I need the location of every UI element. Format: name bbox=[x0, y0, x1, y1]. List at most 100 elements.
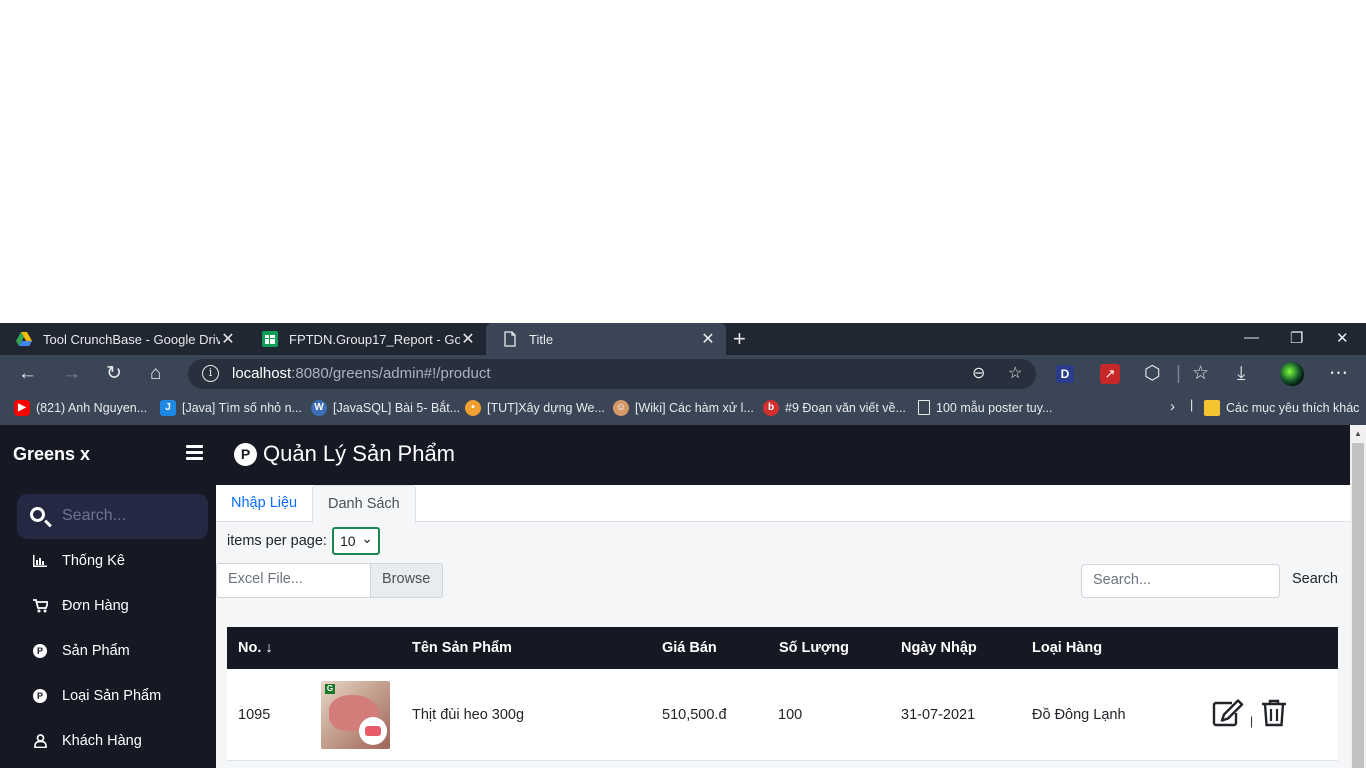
column-header-price: Giá Bán bbox=[662, 640, 717, 656]
extension-d-icon[interactable]: D bbox=[1056, 365, 1074, 383]
extensions-puzzle-icon[interactable]: ⬡ bbox=[1144, 364, 1161, 384]
zoom-icon[interactable]: ⊖ bbox=[972, 364, 985, 384]
minimize-icon[interactable]: — bbox=[1244, 329, 1259, 346]
column-header-date: Ngày Nhập bbox=[901, 640, 977, 656]
site-icon: • bbox=[465, 400, 481, 416]
scrollbar-thumb[interactable] bbox=[1352, 443, 1364, 768]
google-drive-icon bbox=[16, 331, 32, 347]
page-icon bbox=[918, 400, 930, 415]
browse-button[interactable]: Browse bbox=[371, 563, 443, 598]
column-header-no[interactable]: No. ↓ bbox=[238, 640, 273, 656]
bookmark-item[interactable]: • [TUT]Xây dựng We... bbox=[465, 400, 605, 416]
bookmark-item[interactable]: 100 mẫu poster tuy... bbox=[918, 400, 1053, 415]
cell-date: 31-07-2021 bbox=[901, 707, 976, 723]
youtube-icon: ▶ bbox=[14, 400, 30, 416]
sidebar-item-label: Loại Sản Phẩm bbox=[62, 688, 162, 704]
bookmark-label: Các mục yêu thích khác bbox=[1226, 401, 1360, 415]
home-icon[interactable]: ⌂ bbox=[150, 364, 161, 384]
browser-toolbar: ← → ↻ ⌂ i localhost:8080/greens/admin#!/… bbox=[0, 355, 1366, 393]
bookmark-item[interactable]: J [Java] Tìm số nhỏ n... bbox=[160, 400, 302, 416]
search-button[interactable]: Search bbox=[1292, 571, 1338, 587]
code-icon: J bbox=[160, 400, 176, 416]
favorites-icon[interactable]: ☆ bbox=[1192, 364, 1209, 384]
bookmark-label: 100 mẫu poster tuy... bbox=[936, 400, 1053, 415]
bookmark-divider: | bbox=[1190, 398, 1194, 412]
chevron-right-icon[interactable]: › bbox=[1170, 398, 1175, 415]
window-close-icon[interactable]: ✕ bbox=[1336, 329, 1349, 347]
search-placeholder: Search... bbox=[62, 507, 127, 524]
product-p-icon: P bbox=[32, 688, 48, 704]
sidebar-item-label: Thống Kê bbox=[62, 553, 125, 569]
new-tab-button[interactable]: + bbox=[733, 327, 746, 351]
back-icon[interactable]: ← bbox=[18, 364, 37, 384]
sidebar-item-loai-san-pham[interactable]: P Loại Sản Phẩm bbox=[32, 685, 161, 707]
tab-title-page[interactable]: Title ✕ bbox=[486, 323, 726, 355]
column-header-qty: Số Lượng bbox=[779, 640, 849, 656]
sidebar-item-label: Đơn Hàng bbox=[62, 598, 129, 614]
main-content: Nhập Liệu Danh Sách items per page: 10 E… bbox=[216, 485, 1350, 768]
bookmark-item[interactable]: ☺ [Wiki] Các hàm xử l... bbox=[613, 400, 754, 416]
favorite-star-icon[interactable]: ☆ bbox=[1008, 364, 1022, 384]
sidebar-search-input[interactable]: Search... bbox=[17, 494, 208, 539]
close-icon[interactable]: ✕ bbox=[700, 329, 716, 349]
close-icon[interactable]: ✕ bbox=[460, 329, 476, 349]
sort-icon[interactable]: ↓ bbox=[265, 640, 272, 656]
more-menu-icon[interactable]: ⋯ bbox=[1329, 364, 1348, 384]
bar-chart-icon bbox=[32, 553, 48, 569]
bookmark-label: [Wiki] Các hàm xử l... bbox=[635, 401, 754, 415]
sidebar-item-label: Khách Hàng bbox=[62, 733, 142, 749]
wordpress-icon: W bbox=[311, 400, 327, 416]
b-icon: b bbox=[763, 400, 779, 416]
trash-icon[interactable] bbox=[1261, 699, 1287, 731]
info-icon[interactable]: i bbox=[202, 365, 219, 382]
cell-price: 510,500.đ bbox=[662, 707, 727, 723]
search-input[interactable]: Search... bbox=[1081, 564, 1280, 598]
column-header-name: Tên Sản Phẩm bbox=[412, 640, 512, 656]
url-text: localhost:8080/greens/admin#!/product bbox=[232, 365, 491, 382]
scroll-up-icon[interactable]: ▲ bbox=[1354, 429, 1362, 438]
download-icon[interactable]: ⤓ bbox=[1237, 364, 1245, 384]
bookmark-item[interactable]: b #9 Đoạn văn viết về... bbox=[763, 400, 906, 416]
sidebar-item-don-hang[interactable]: Đơn Hàng bbox=[32, 595, 129, 617]
excel-file-input[interactable]: Excel File... bbox=[216, 563, 371, 598]
tab-nhap-lieu[interactable]: Nhập Liệu bbox=[216, 485, 312, 522]
product-p-icon: P bbox=[32, 643, 48, 659]
edit-icon[interactable] bbox=[1212, 699, 1244, 731]
close-icon[interactable]: ✕ bbox=[220, 329, 236, 349]
table-header: No. ↓ Tên Sản Phẩm Giá Bán Số Lượng Ngày… bbox=[227, 627, 1338, 669]
face-icon: ☺ bbox=[613, 400, 629, 416]
bookmark-label: [TUT]Xây dựng We... bbox=[487, 401, 605, 415]
cell-qty: 100 bbox=[778, 707, 803, 723]
items-per-page-select[interactable]: 10 bbox=[331, 526, 380, 555]
tab-danh-sach[interactable]: Danh Sách bbox=[312, 485, 416, 523]
google-sheets-icon bbox=[262, 331, 278, 347]
tab-google-sheets[interactable]: FPTDN.Group17_Report - Google Sheets ✕ bbox=[246, 323, 486, 355]
page-header: P Quản Lý Sản Phẩm bbox=[216, 425, 1350, 485]
restore-icon[interactable]: ❐ bbox=[1290, 329, 1303, 347]
reload-icon[interactable]: ↻ bbox=[106, 364, 122, 384]
other-bookmarks[interactable]: Các mục yêu thích khác bbox=[1204, 400, 1359, 416]
folder-icon bbox=[1204, 400, 1220, 416]
bookmarks-bar: ▶ (821) Anh Nguyen... J [Java] Tìm số nh… bbox=[0, 393, 1366, 425]
bookmark-item[interactable]: ▶ (821) Anh Nguyen... bbox=[14, 400, 147, 416]
tab-google-drive[interactable]: Tool CrunchBase - Google Drive ✕ bbox=[0, 323, 246, 355]
tab-title: FPTDN.Group17_Report - Google Sheets bbox=[289, 331, 460, 347]
sidebar-item-label: Sản Phẩm bbox=[62, 643, 130, 659]
bookmark-item[interactable]: W [JavaSQL] Bài 5- Bắt... bbox=[311, 400, 460, 416]
toolbar-divider: | bbox=[1176, 363, 1181, 384]
sidebar-item-thong-ke[interactable]: Thống Kê bbox=[32, 550, 125, 572]
product-image: G bbox=[321, 681, 390, 749]
extension-red-icon[interactable]: ↗ bbox=[1100, 364, 1120, 384]
address-bar[interactable]: i localhost:8080/greens/admin#!/product … bbox=[188, 359, 1036, 389]
forward-icon[interactable]: → bbox=[62, 364, 81, 384]
bookmark-label: [Java] Tìm số nhỏ n... bbox=[182, 401, 302, 415]
profile-avatar[interactable] bbox=[1280, 362, 1304, 386]
bookmark-label: [JavaSQL] Bài 5- Bắt... bbox=[333, 401, 461, 415]
product-table: No. ↓ Tên Sản Phẩm Giá Bán Số Lượng Ngày… bbox=[227, 627, 1338, 761]
sidebar-item-khach-hang[interactable]: Khách Hàng bbox=[32, 730, 142, 752]
hamburger-menu-icon[interactable] bbox=[186, 445, 203, 461]
sidebar-item-san-pham[interactable]: P Sản Phẩm bbox=[32, 640, 130, 662]
cell-no: 1095 bbox=[238, 707, 271, 723]
bookmark-label: #9 Đoạn văn viết về... bbox=[785, 401, 906, 415]
page-scrollbar[interactable]: ▲ bbox=[1350, 425, 1366, 768]
